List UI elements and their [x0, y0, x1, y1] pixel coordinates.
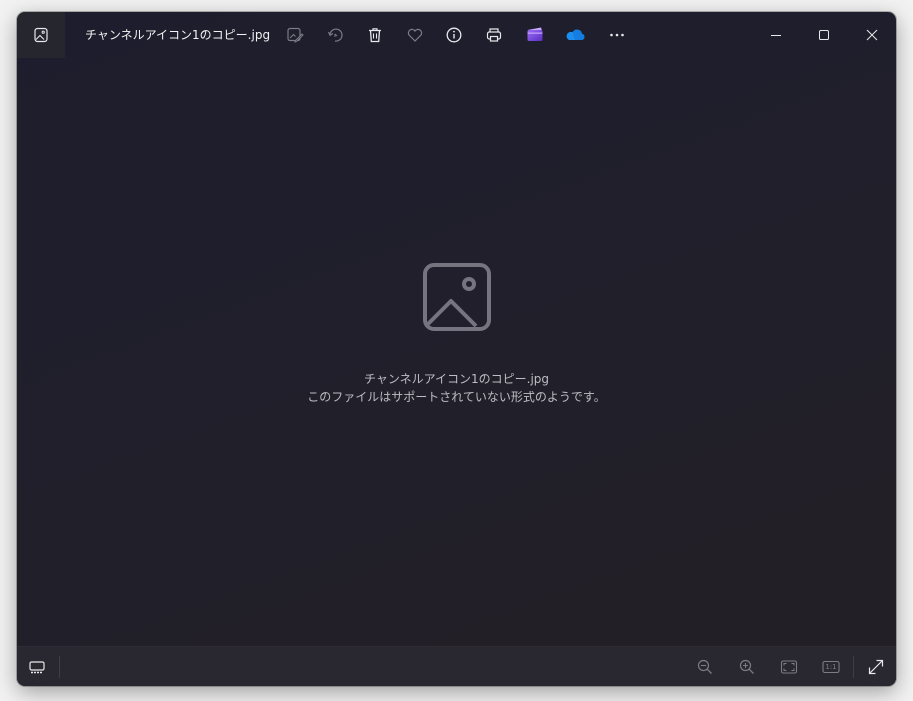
bottom-toolbar: 1:1: [17, 646, 896, 686]
photos-app-icon: [34, 27, 48, 43]
edit-image-icon: [287, 27, 304, 43]
clipchamp-icon: [527, 27, 543, 41]
window-title: チャンネルアイコン1のコピー.jpg: [85, 28, 271, 42]
print-icon: [486, 28, 502, 42]
minimize-button[interactable]: [752, 12, 800, 58]
file-name-text: チャンネルアイコン1のコピー.jpg: [363, 372, 550, 386]
onedrive-button[interactable]: [563, 23, 587, 47]
maximize-icon: [819, 30, 829, 40]
unsupported-format-message: このファイルはサポートされていない形式のようです。: [307, 390, 606, 404]
print-button[interactable]: [482, 23, 506, 47]
zoom-out-icon: [697, 659, 712, 674]
fullscreen-button[interactable]: [864, 655, 888, 679]
fit-to-window-button[interactable]: [777, 655, 801, 679]
zoom-out-button[interactable]: [693, 655, 717, 679]
fit-to-window-icon: [780, 660, 798, 674]
filmstrip-icon: [29, 661, 45, 674]
favorite-button[interactable]: [403, 23, 427, 47]
close-button[interactable]: [848, 12, 896, 58]
title-bar: チャンネルアイコン1のコピー.jpg: [17, 12, 896, 58]
maximize-button[interactable]: [800, 12, 848, 58]
bottom-divider-left: [59, 656, 60, 678]
zoom-in-button[interactable]: [735, 655, 759, 679]
actual-size-label: 1:1: [825, 663, 837, 671]
image-placeholder-icon: [422, 263, 491, 331]
more-icon: [610, 33, 624, 37]
clipchamp-button[interactable]: [523, 23, 547, 47]
delete-button[interactable]: [363, 23, 387, 47]
zoom-in-icon: [739, 659, 754, 674]
unsupported-file-panel: チャンネルアイコン1のコピー.jpg このファイルはサポートされていない形式のよ…: [17, 262, 896, 406]
rotate-button[interactable]: [323, 23, 347, 47]
app-icon-button[interactable]: [17, 12, 65, 58]
photos-window: チャンネルアイコン1のコピー.jpg チャンネルアイコン1のコピー.jpg この…: [17, 12, 896, 686]
filmstrip-toggle-button[interactable]: [25, 655, 49, 679]
close-icon: [866, 29, 878, 41]
onedrive-icon: [566, 29, 585, 40]
delete-icon: [369, 28, 381, 43]
favorite-icon: [407, 28, 423, 42]
rotate-icon: [327, 28, 343, 42]
info-button[interactable]: [442, 23, 466, 47]
edit-image-button[interactable]: [283, 23, 307, 47]
minimize-icon: [771, 35, 781, 36]
more-button[interactable]: [605, 23, 629, 47]
actual-size-button[interactable]: 1:1: [819, 655, 843, 679]
info-icon: [446, 27, 462, 43]
bottom-divider-right: [853, 656, 854, 678]
fullscreen-icon: [868, 659, 884, 675]
